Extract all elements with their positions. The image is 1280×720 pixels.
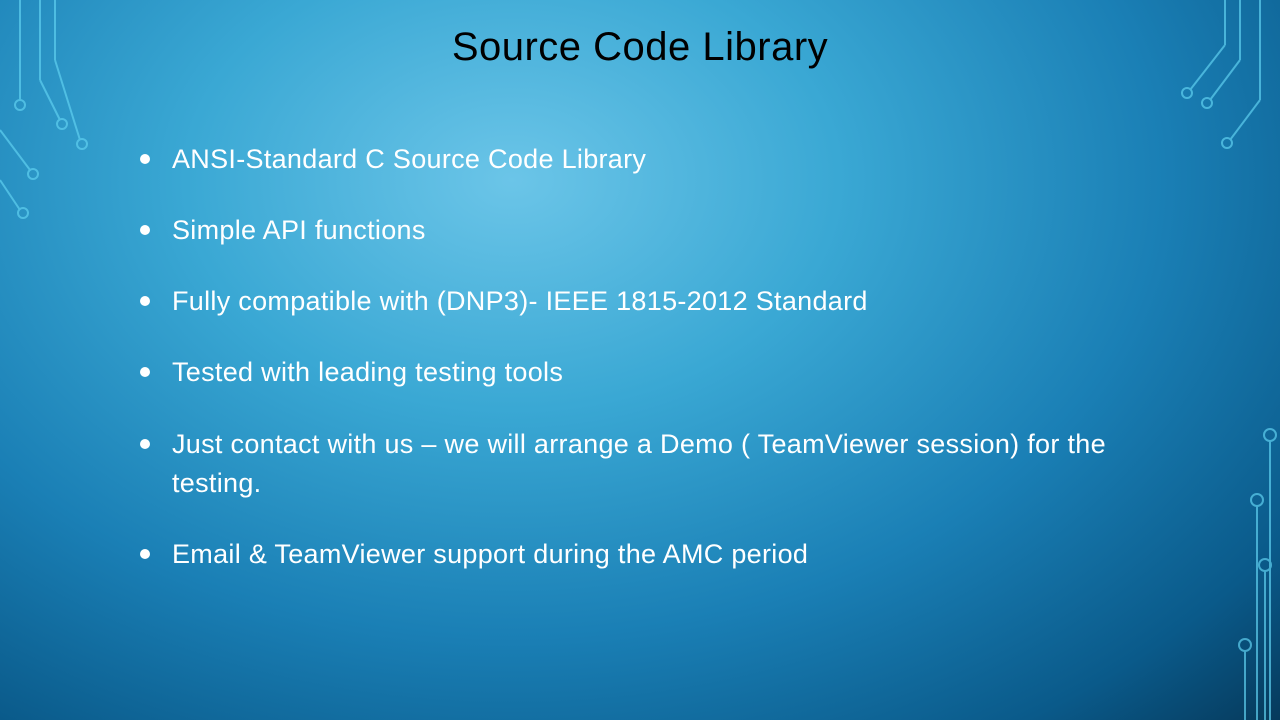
list-item: Simple API functions <box>140 211 1160 250</box>
slide-container: Source Code Library ANSI-Standard C Sour… <box>0 0 1280 720</box>
list-item: ANSI-Standard C Source Code Library <box>140 140 1160 179</box>
list-item: Fully compatible with (DNP3)- IEEE 1815-… <box>140 282 1160 321</box>
list-item: Email & TeamViewer support during the AM… <box>140 535 1160 574</box>
list-item: Tested with leading testing tools <box>140 353 1160 392</box>
list-item: Just contact with us – we will arrange a… <box>140 425 1160 503</box>
slide-title: Source Code Library <box>120 25 1160 70</box>
bullet-list: ANSI-Standard C Source Code Library Simp… <box>120 140 1160 574</box>
